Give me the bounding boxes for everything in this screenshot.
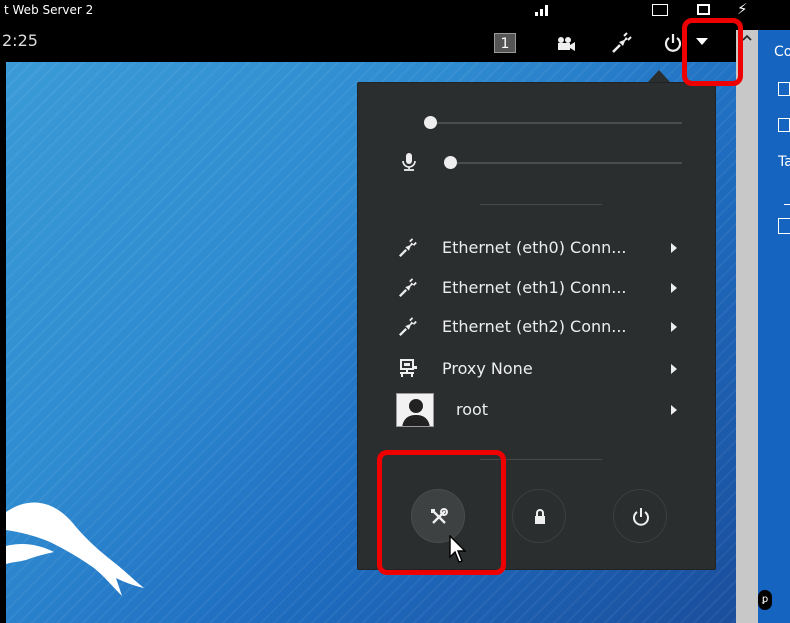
window-title: t Web Server 2 bbox=[4, 3, 94, 17]
menu-item-eth1[interactable]: Ethernet (eth1) Conn... bbox=[358, 269, 717, 307]
network-wired-icon[interactable] bbox=[610, 32, 632, 54]
power-icon[interactable] bbox=[662, 32, 684, 54]
chevron-right-icon bbox=[671, 283, 677, 293]
highlight-system-menu-arrow bbox=[682, 18, 743, 86]
mouse-cursor-icon bbox=[449, 535, 467, 563]
menu-separator bbox=[480, 204, 602, 205]
volume-slider-knob[interactable] bbox=[424, 116, 437, 129]
menu-item-label: Ethernet (eth1) Conn... bbox=[442, 278, 627, 297]
mail-icon[interactable] bbox=[652, 4, 668, 16]
microphone-icon bbox=[402, 153, 416, 171]
proxy-icon bbox=[400, 359, 417, 377]
mic-slider-knob[interactable] bbox=[444, 156, 457, 169]
menu-item-label: Ethernet (eth0) Conn... bbox=[442, 238, 627, 257]
menu-item-eth0[interactable]: Ethernet (eth0) Conn... bbox=[358, 229, 717, 267]
chevron-right-icon bbox=[671, 364, 677, 374]
panel-divider bbox=[784, 204, 790, 205]
lock-icon bbox=[535, 509, 545, 524]
avatar bbox=[396, 393, 434, 427]
menu-item-eth2[interactable]: Ethernet (eth2) Conn... bbox=[358, 308, 717, 346]
maximize-icon[interactable] bbox=[697, 4, 710, 15]
menu-item-label: root bbox=[456, 400, 489, 419]
network-wired-icon bbox=[399, 317, 417, 336]
menu-item-proxy[interactable]: Proxy None bbox=[358, 350, 717, 388]
panel-header-fragment: Co bbox=[774, 44, 790, 60]
scrollbar-track[interactable] bbox=[736, 30, 758, 623]
lock-button[interactable] bbox=[512, 489, 566, 543]
menu-item-label: Ethernet (eth2) Conn... bbox=[442, 317, 627, 336]
popup-pointer bbox=[648, 70, 670, 82]
workspace-indicator[interactable]: 1 bbox=[494, 33, 516, 53]
pin-icon[interactable]: ꝑ bbox=[758, 590, 772, 610]
right-side-panel: Co Ta ꝑ bbox=[758, 30, 790, 623]
chevron-right-icon bbox=[671, 322, 677, 332]
power-icon bbox=[633, 508, 649, 526]
kali-dragon-logo bbox=[6, 502, 144, 596]
highlight-settings-button bbox=[377, 450, 506, 575]
gnome-top-bar: 2:25 1 bbox=[0, 20, 757, 62]
power-bolt-icon[interactable]: ⚡ bbox=[737, 0, 748, 18]
menu-item-user[interactable]: root bbox=[358, 391, 717, 429]
panel-tab-fragment[interactable]: Ta bbox=[778, 154, 790, 170]
volume-slider-track[interactable] bbox=[430, 122, 682, 124]
mic-slider-track[interactable] bbox=[450, 162, 682, 164]
clock[interactable]: 2:25 bbox=[2, 31, 38, 50]
avatar-icon bbox=[402, 399, 430, 426]
vm-titlebar: t Web Server 2 ⚡ bbox=[0, 0, 790, 20]
chevron-right-icon bbox=[671, 243, 677, 253]
grid-icon[interactable] bbox=[778, 118, 790, 132]
network-wired-icon bbox=[399, 238, 417, 257]
network-wired-icon bbox=[399, 278, 417, 297]
menu-item-label: Proxy None bbox=[442, 359, 533, 378]
video-camera-icon[interactable] bbox=[554, 32, 576, 54]
power-off-button[interactable] bbox=[613, 489, 667, 543]
signal-icon bbox=[535, 5, 548, 16]
chevron-right-icon bbox=[671, 405, 677, 415]
document-icon[interactable] bbox=[778, 82, 790, 96]
play-icon[interactable] bbox=[778, 218, 790, 234]
